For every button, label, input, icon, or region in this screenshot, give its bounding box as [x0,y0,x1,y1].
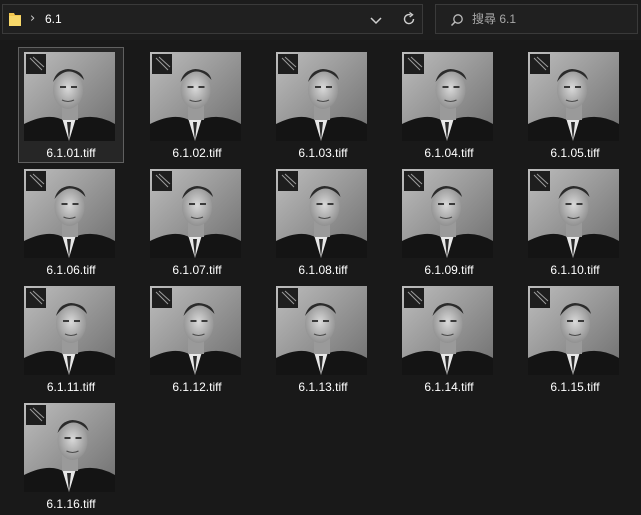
file-thumbnail [528,169,619,258]
file-item[interactable]: 6.1.15.tiff [522,281,628,397]
file-item[interactable]: 6.1.02.tiff [144,47,250,163]
file-thumbnail [276,286,367,375]
file-thumbnail [276,52,367,141]
file-name: 6.1.04.tiff [424,146,474,160]
file-item[interactable]: 6.1.10.tiff [522,164,628,280]
file-thumbnail [402,52,493,141]
file-name: 6.1.11.tiff [46,380,96,394]
file-thumbnail [24,52,115,141]
file-item[interactable]: 6.1.16.tiff [18,398,124,514]
file-name: 6.1.14.tiff [424,380,474,394]
file-thumbnail [528,286,619,375]
file-item[interactable]: 6.1.09.tiff [396,164,502,280]
file-item[interactable]: 6.1.05.tiff [522,47,628,163]
file-item[interactable]: 6.1.12.tiff [144,281,250,397]
file-thumbnail [150,169,241,258]
file-item[interactable]: 6.1.11.tiff [18,281,124,397]
file-item[interactable]: 6.1.07.tiff [144,164,250,280]
file-thumbnail [402,286,493,375]
breadcrumb-current-folder[interactable]: 6.1 [45,12,62,26]
navigation-bar: › 6.1 [0,0,641,40]
search-icon [450,12,464,27]
file-name: 6.1.05.tiff [550,146,600,160]
refresh-icon[interactable] [401,11,417,27]
file-item[interactable]: 6.1.06.tiff [18,164,124,280]
search-box[interactable] [435,4,638,34]
file-name: 6.1.03.tiff [298,146,348,160]
file-name: 6.1.10.tiff [550,263,600,277]
file-thumbnail [276,169,367,258]
search-input[interactable] [472,8,632,30]
file-item[interactable]: 6.1.13.tiff [270,281,376,397]
address-bar[interactable]: › 6.1 [2,4,423,34]
chevron-down-icon[interactable] [369,12,383,26]
file-name: 6.1.15.tiff [550,380,600,394]
file-name: 6.1.02.tiff [172,146,222,160]
file-name: 6.1.12.tiff [172,380,222,394]
file-item[interactable]: 6.1.14.tiff [396,281,502,397]
file-item[interactable]: 6.1.03.tiff [270,47,376,163]
file-thumbnail [150,286,241,375]
breadcrumb-separator: › [30,11,36,26]
file-item[interactable]: 6.1.04.tiff [396,47,502,163]
folder-icon [8,11,22,27]
file-thumbnail [24,286,115,375]
file-thumbnail [24,169,115,258]
file-thumbnail [150,52,241,141]
file-thumbnail [24,403,115,492]
file-name: 6.1.13.tiff [298,380,348,394]
file-name: 6.1.07.tiff [172,263,222,277]
file-name: 6.1.01.tiff [46,146,96,160]
file-name: 6.1.09.tiff [424,263,474,277]
file-thumbnail [402,169,493,258]
file-name: 6.1.16.tiff [46,497,96,511]
file-name: 6.1.08.tiff [298,263,348,277]
file-name: 6.1.06.tiff [46,263,96,277]
file-item[interactable]: 6.1.08.tiff [270,164,376,280]
file-thumbnail [528,52,619,141]
file-item[interactable]: 6.1.01.tiff [18,47,124,163]
